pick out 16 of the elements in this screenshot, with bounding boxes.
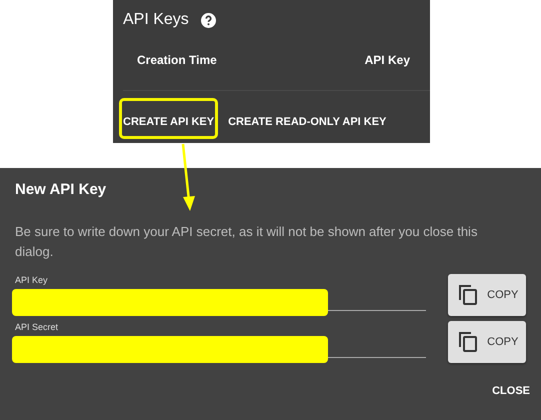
dialog-message: Be sure to write down your API secret, as it will not be shown after you close this dialog. (15, 223, 478, 261)
copy-button[interactable]: COPY (448, 321, 526, 363)
column-header: API Key (364, 53, 410, 69)
field-label: API Key (15, 275, 49, 287)
close-button[interactable]: CLOSE (492, 385, 530, 397)
copy-icon (459, 332, 478, 352)
text-button[interactable]: CREATE READ-ONLY API KEY (228, 114, 386, 130)
help-icon[interactable] (200, 12, 216, 28)
field-label: API Secret (15, 322, 60, 334)
panel-title: API Keys (123, 11, 189, 29)
copy-icon (459, 285, 478, 305)
dialog-title: New API Key (15, 181, 108, 198)
annotation-arrow (182, 144, 195, 211)
column-header: Creation Time (137, 53, 217, 69)
copy-button[interactable]: COPY (448, 274, 526, 316)
text-button[interactable]: CREATE API KEY (123, 114, 214, 130)
